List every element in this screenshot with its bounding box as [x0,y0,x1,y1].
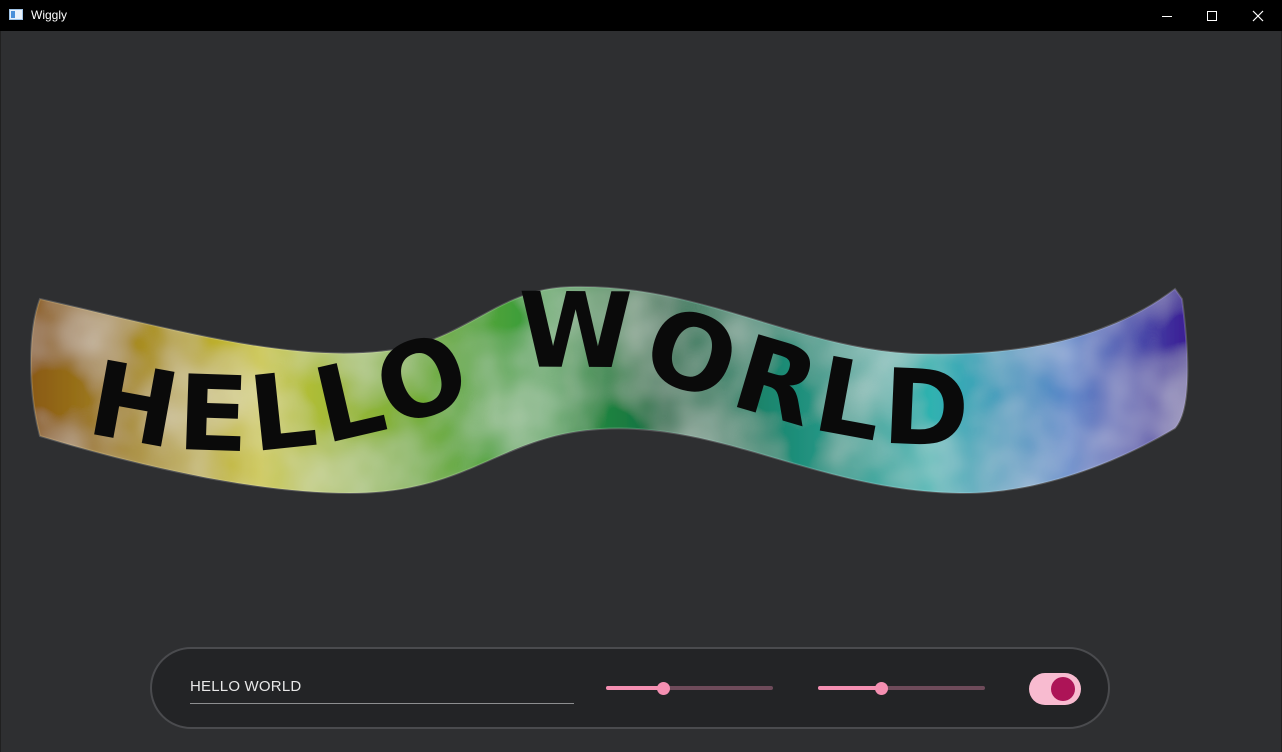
banner-text: HELLO WORLD [80,269,977,476]
wiggly-banner: HELLO WORLD [30,269,1189,495]
slider-fill [818,686,881,690]
banner-text-path: HELLO WORLD [80,269,971,476]
minimize-button[interactable] [1144,0,1190,31]
text-input-value[interactable]: HELLO WORLD [190,678,301,695]
title-bar: Wiggly [0,0,1282,31]
minimize-icon [1162,15,1172,17]
control-panel: HELLO WORLD [150,647,1110,729]
text-input[interactable]: HELLO WORLD [190,669,574,704]
slider-fill [606,686,663,690]
app-window-icon [9,9,23,20]
close-button[interactable] [1235,0,1281,31]
close-icon [1252,10,1264,21]
speed-slider[interactable] [818,678,985,698]
wave-slider[interactable] [606,678,773,698]
maximize-icon [1207,10,1217,21]
animation-toggle[interactable] [1029,673,1081,705]
maximize-button[interactable] [1189,0,1235,31]
window-title: Wiggly [31,8,68,22]
toggle-thumb[interactable] [1051,677,1075,701]
slider-handle[interactable] [875,682,888,695]
slider-handle[interactable] [657,682,670,695]
